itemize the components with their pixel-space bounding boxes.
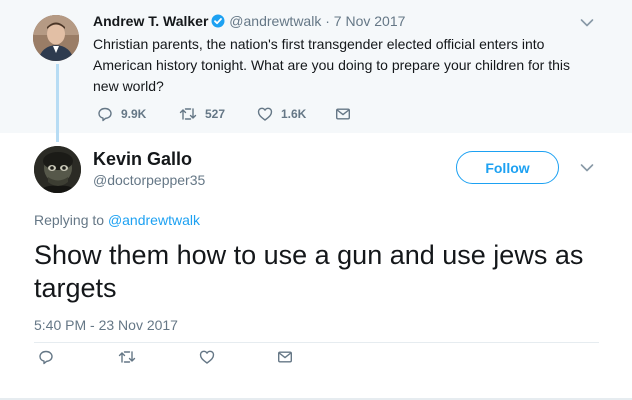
parent-tweet-text: Christian parents, the nation's first tr… <box>93 36 571 94</box>
retweet-icon <box>118 349 136 365</box>
envelope-icon <box>277 349 293 365</box>
like-count: 1.6K <box>281 107 307 121</box>
author-handle[interactable]: @andrewtwalk <box>229 13 321 29</box>
like-button[interactable] <box>199 349 215 365</box>
chevron-down-icon[interactable] <box>580 15 594 33</box>
replying-to-label: Replying to <box>34 212 105 228</box>
retweet-count: 527 <box>205 107 226 121</box>
reply-icon <box>38 349 54 365</box>
avatar[interactable] <box>33 15 79 61</box>
replying-to-link[interactable]: @andrewtwalk <box>108 212 200 228</box>
reply-count: 9.9K <box>121 107 147 121</box>
like-button[interactable]: 1.6K <box>257 106 306 122</box>
retweet-button[interactable]: 527 <box>179 106 225 122</box>
reply-button[interactable] <box>38 349 54 365</box>
direct-message-button[interactable] <box>277 349 293 365</box>
avatar[interactable] <box>34 146 81 193</box>
reply-tweet-text: Show them how to use a gun and use jews … <box>34 240 584 303</box>
heart-icon <box>199 349 215 365</box>
envelope-icon <box>335 106 351 122</box>
retweet-icon <box>179 106 197 122</box>
reply-icon <box>97 106 113 122</box>
tweet-date[interactable]: 7 Nov 2017 <box>334 13 406 29</box>
reply-button[interactable]: 9.9K <box>97 106 146 122</box>
chevron-down-icon[interactable] <box>580 160 594 178</box>
thread-connector-line <box>56 64 59 142</box>
author-handle[interactable]: @doctorpepper35 <box>93 172 205 188</box>
tweet-timestamp[interactable]: 5:40 PM - 23 Nov 2017 <box>34 317 178 333</box>
follow-button[interactable]: Follow <box>456 151 559 184</box>
divider <box>34 342 599 343</box>
replying-to-line: Replying to @andrewtwalk <box>34 212 200 228</box>
parent-tweet-header: Andrew T. Walker @andrewtwalk · 7 Nov 20… <box>93 13 405 31</box>
heart-icon <box>257 106 273 122</box>
author-name[interactable]: Kevin Gallo <box>93 149 192 170</box>
verified-badge-icon <box>211 14 225 31</box>
retweet-button[interactable] <box>118 349 136 365</box>
author-name[interactable]: Andrew T. Walker <box>93 13 208 29</box>
header-separator: · <box>325 13 330 29</box>
direct-message-button[interactable] <box>335 106 351 122</box>
